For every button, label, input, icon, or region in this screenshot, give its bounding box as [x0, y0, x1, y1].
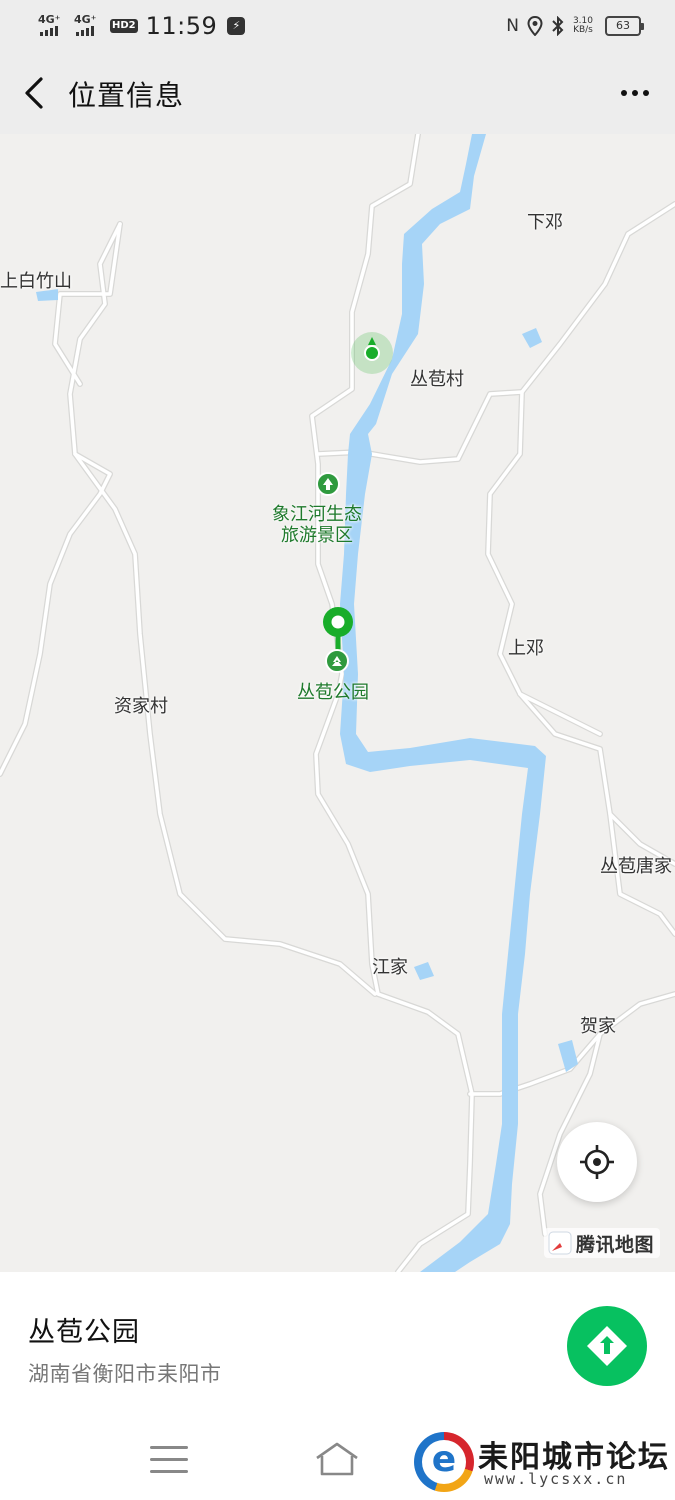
- map-view[interactable]: 下邓 上白竹山 丛苞村 上邓 资家村 丛苞唐家 江家 贺家 象江河生态 旅游景区…: [0, 134, 675, 1272]
- poi-label-park[interactable]: 丛苞公园: [297, 682, 369, 703]
- map-brand-text: 腾讯地图: [576, 1233, 655, 1256]
- locate-me-button[interactable]: [557, 1122, 637, 1202]
- bluetooth-icon: [552, 16, 564, 36]
- place-label-congbaocun[interactable]: 丛苞村: [410, 365, 464, 391]
- network-type: 4G⁺: [38, 13, 61, 26]
- place-label-jiangjia[interactable]: 江家: [372, 953, 408, 979]
- status-bar: 4G⁺ 4G⁺ HD2 11:59 ⚡ Ν 3.10 KB/s 63: [0, 0, 675, 52]
- park-icon[interactable]: [325, 649, 349, 673]
- status-left: 4G⁺ 4G⁺ HD2 11:59 ⚡: [38, 11, 246, 41]
- navigate-button[interactable]: [567, 1306, 647, 1386]
- signal-icon: 4G⁺: [38, 14, 68, 38]
- system-navigation-bar: 耒阳城市论坛 www.lycsxx.cn: [0, 1410, 675, 1500]
- page-title: 位置信息: [68, 79, 185, 112]
- battery-level: 63: [616, 19, 630, 32]
- more-dots-icon: [621, 90, 627, 96]
- battery-icon: 63: [605, 16, 644, 36]
- status-right: Ν 3.10 KB/s 63: [506, 13, 644, 39]
- more-button[interactable]: [613, 74, 657, 112]
- site-watermark: 耒阳城市论坛 www.lycsxx.cn: [414, 1432, 668, 1494]
- heading-arrow-icon: [368, 337, 376, 345]
- pond: [414, 962, 434, 980]
- navigation-direction-icon: [587, 1326, 627, 1366]
- status-time: 11:59: [145, 12, 218, 40]
- tree-glyph: [323, 478, 333, 490]
- river: [340, 134, 546, 1272]
- app-notification-icon: ⚡: [227, 17, 246, 35]
- current-location-marker: [351, 332, 393, 374]
- menu-icon: [150, 1446, 188, 1449]
- menu-icon: [150, 1470, 188, 1473]
- crosshair-icon: [580, 1145, 614, 1179]
- net-speed: 3.10 KB/s: [573, 17, 593, 35]
- hd-voice-icon: HD2: [110, 19, 138, 33]
- recent-apps-button[interactable]: [150, 1446, 188, 1478]
- location-icon: [527, 16, 543, 36]
- place-label-xiadeng[interactable]: 下邓: [527, 208, 563, 234]
- place-name: 丛苞公园: [28, 1317, 140, 1348]
- place-address: 湖南省衡阳市耒阳市: [28, 1362, 222, 1386]
- net-speed-unit: KB/s: [573, 25, 593, 35]
- place-label-shangdeng[interactable]: 上邓: [508, 634, 544, 660]
- location-info-panel: 丛苞公园 湖南省衡阳市耒阳市: [0, 1272, 675, 1410]
- tree-icon[interactable]: [316, 472, 340, 496]
- place-label-zijiacun[interactable]: 资家村: [114, 692, 168, 718]
- location-dot: [364, 345, 380, 361]
- more-dots-icon: [632, 90, 638, 96]
- menu-icon: [150, 1458, 188, 1461]
- place-label-hejia[interactable]: 贺家: [580, 1012, 616, 1038]
- more-dots-icon: [643, 90, 649, 96]
- poi-label-scenic-area[interactable]: 象江河生态 旅游景区: [272, 504, 362, 546]
- place-label-congbaotangjia[interactable]: 丛苞唐家: [600, 852, 672, 878]
- pond: [522, 328, 542, 348]
- tencent-map-logo-icon: [548, 1231, 572, 1255]
- map-brand: 腾讯地图: [544, 1228, 661, 1258]
- watermark-url: www.lycsxx.cn: [484, 1470, 628, 1488]
- watermark-logo-icon: [414, 1432, 474, 1492]
- place-label-shangbaizhushan[interactable]: 上白竹山: [0, 267, 72, 293]
- nav-bar: 位置信息: [0, 52, 675, 134]
- home-button[interactable]: [312, 1440, 362, 1480]
- back-button[interactable]: [14, 70, 58, 116]
- nfc-icon: Ν: [506, 16, 519, 36]
- park-glyph: [332, 656, 342, 666]
- map-base-layer: [0, 134, 675, 1272]
- signal-icon: 4G⁺: [74, 14, 104, 38]
- chevron-left-icon: [25, 77, 43, 109]
- network-type: 4G⁺: [74, 13, 97, 26]
